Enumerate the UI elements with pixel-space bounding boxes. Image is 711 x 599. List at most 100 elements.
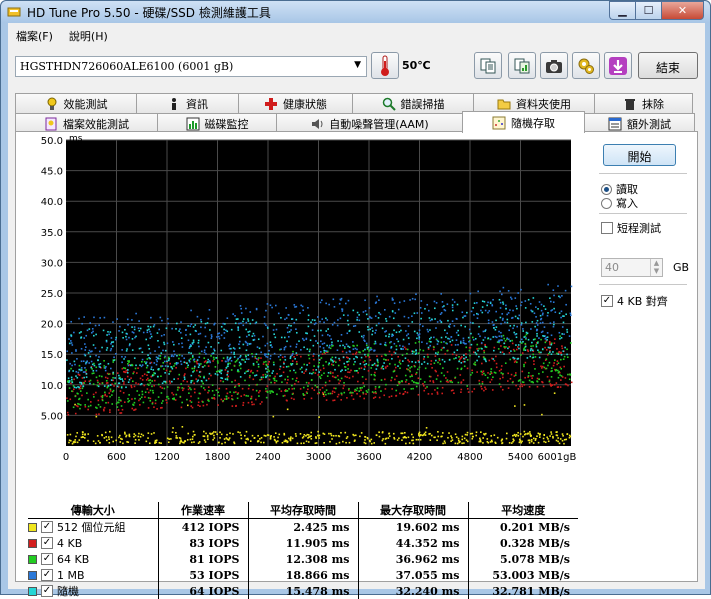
spinner-icon[interactable]: ▲ ▼ xyxy=(650,259,662,276)
close-button[interactable]: ✕ xyxy=(661,1,704,20)
menu-help[interactable]: 說明(H) xyxy=(61,25,116,45)
tab-aam[interactable]: 自動噪聲管理(AAM) xyxy=(276,113,463,133)
scatter-point xyxy=(508,442,511,444)
row-legend: ✓ 1 MB xyxy=(28,567,158,583)
scatter-point xyxy=(246,344,249,346)
scatter-point xyxy=(423,389,426,392)
scatter-point xyxy=(432,381,435,384)
scatter-point xyxy=(73,378,75,381)
scatter-point xyxy=(365,390,368,392)
scatter-point xyxy=(413,381,415,384)
scatter-point xyxy=(476,348,478,350)
scatter-point xyxy=(213,434,215,437)
options-button[interactable] xyxy=(572,52,600,79)
scatter-point xyxy=(203,430,205,433)
scatter-point xyxy=(348,441,351,444)
scatter-point xyxy=(187,339,190,342)
scatter-point xyxy=(335,361,337,364)
scatter-point xyxy=(340,299,342,301)
scatter-point xyxy=(414,361,417,364)
short-test-checkbox[interactable]: 短程測試 xyxy=(601,220,661,236)
tab-erase[interactable]: 抹除 xyxy=(594,93,693,113)
tab-file-benchmark[interactable]: 檔案效能測試 xyxy=(15,113,158,133)
maximize-button[interactable]: ☐ xyxy=(635,1,661,20)
short-test-gb-input[interactable]: 40 ▲ ▼ xyxy=(601,258,663,277)
title-bar[interactable]: HD Tune Pro 5.50 - 硬碟/SSD 檢測維護工具 ▁ ☐ ✕ xyxy=(1,1,710,23)
scatter-point xyxy=(163,333,165,336)
scatter-point xyxy=(104,394,106,397)
scatter-point xyxy=(283,336,286,339)
series-checkbox[interactable]: ✓ xyxy=(41,521,53,533)
scatter-point xyxy=(318,359,321,361)
scatter-point xyxy=(533,360,535,362)
scatter-point xyxy=(147,377,149,380)
tab-disk-monitor[interactable]: 磁碟監控 xyxy=(157,113,277,133)
scatter-point xyxy=(223,337,226,339)
align-4kb-checkbox[interactable]: ✓ 4 KB 對齊 xyxy=(601,293,668,309)
scatter-point xyxy=(223,398,226,400)
scatter-point xyxy=(451,306,454,309)
scatter-point xyxy=(347,371,349,373)
scatter-point xyxy=(411,439,413,442)
tab-random-access-label: 隨機存取 xyxy=(511,116,555,130)
scatter-point xyxy=(530,328,532,330)
scatter-point xyxy=(252,388,254,391)
drive-select[interactable]: HGSTHDN726060ALE6100 (6001 gB) ▼ xyxy=(15,56,367,77)
tab-info[interactable]: 資訊 xyxy=(136,93,239,113)
scatter-point xyxy=(563,315,565,317)
scatter-point xyxy=(238,322,240,325)
scatter-point xyxy=(184,373,186,375)
copy-screenshot-button[interactable] xyxy=(508,52,536,79)
scatter-point xyxy=(328,362,331,365)
tab-error-scan[interactable]: 錯誤掃描 xyxy=(352,93,474,113)
series-checkbox[interactable]: ✓ xyxy=(41,569,53,581)
scatter-point xyxy=(569,435,572,438)
scatter-point xyxy=(368,315,371,318)
scatter-point xyxy=(134,442,136,444)
scatter-point xyxy=(128,378,131,381)
scatter-point xyxy=(141,390,144,393)
scatter-point xyxy=(451,339,454,342)
scatter-point xyxy=(530,375,532,377)
series-checkbox[interactable]: ✓ xyxy=(41,553,53,565)
series-label: 64 KB xyxy=(57,552,90,566)
series-checkbox[interactable]: ✓ xyxy=(41,537,53,549)
scatter-point xyxy=(506,337,509,339)
scatter-point xyxy=(269,437,272,440)
scatter-point xyxy=(152,369,155,371)
save-button[interactable] xyxy=(604,52,632,79)
scatter-point xyxy=(334,376,337,379)
tab-random-access[interactable]: 隨機存取 xyxy=(462,111,585,133)
tab-folder-usage[interactable]: 資料夾使用 xyxy=(473,93,595,113)
scatter-point xyxy=(471,432,474,435)
menu-file[interactable]: 檔案(F) xyxy=(8,25,61,45)
tab-extra-tests[interactable]: 額外測試 xyxy=(584,113,695,133)
scatter-point xyxy=(453,351,456,354)
minimize-button[interactable]: ▁ xyxy=(609,1,635,20)
screenshot-button[interactable] xyxy=(540,52,568,79)
scatter-point xyxy=(512,434,514,437)
scatter-point xyxy=(83,316,85,318)
tab-benchmark[interactable]: 效能測試 xyxy=(15,93,137,113)
scatter-point xyxy=(416,337,418,340)
exit-button[interactable]: 結束 xyxy=(638,52,698,79)
scatter-point xyxy=(455,436,458,438)
temperature-button[interactable] xyxy=(371,52,399,79)
scatter-point xyxy=(535,437,537,440)
scatter-point xyxy=(566,433,569,435)
scatter-point xyxy=(238,384,240,387)
scatter-point xyxy=(284,378,287,381)
scatter-point xyxy=(343,347,346,350)
scatter-point xyxy=(398,301,401,304)
write-radio[interactable]: 寫入 xyxy=(601,195,638,211)
scatter-point xyxy=(435,327,437,329)
start-button[interactable]: 開始 xyxy=(603,144,676,166)
tab-error-scan-label: 錯誤掃描 xyxy=(400,97,445,111)
scatter-point xyxy=(540,303,543,306)
scatter-point xyxy=(265,367,267,370)
copy-text-button[interactable] xyxy=(474,52,502,79)
tab-health[interactable]: 健康狀態 xyxy=(238,93,353,113)
scatter-point xyxy=(303,372,305,374)
scatter-point xyxy=(407,364,410,367)
series-checkbox[interactable]: ✓ xyxy=(41,585,53,597)
